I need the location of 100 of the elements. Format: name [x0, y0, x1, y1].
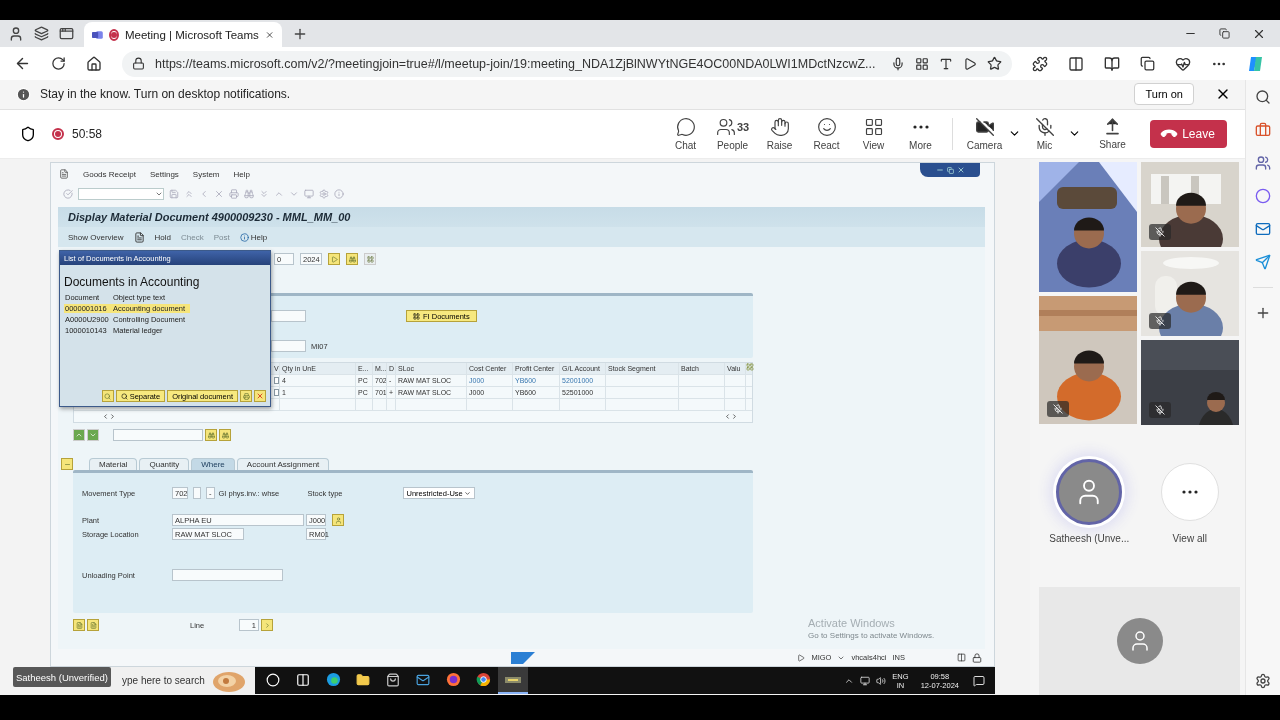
previous-item-button[interactable] — [73, 619, 85, 631]
scroll-right-icon[interactable] — [731, 412, 738, 420]
people-button[interactable]: 33 People — [709, 112, 756, 155]
app-icon[interactable] — [505, 674, 521, 685]
share-button[interactable]: Share — [1089, 112, 1136, 155]
menu-item[interactable]: Settings — [149, 169, 179, 179]
browser-logo-icon[interactable] — [325, 672, 341, 687]
execute-button[interactable] — [328, 253, 340, 265]
printer-button[interactable] — [240, 390, 252, 402]
leave-button[interactable]: Leave — [1150, 119, 1227, 148]
split-screen-icon[interactable] — [1068, 55, 1084, 72]
shield-icon — [20, 125, 36, 142]
grid-icon — [366, 255, 374, 263]
unloading-point-field[interactable] — [172, 569, 283, 581]
react-button[interactable]: React — [803, 112, 850, 155]
menu-item[interactable]: System — [192, 169, 220, 179]
collections-icon[interactable] — [1140, 56, 1155, 71]
volume-icon[interactable] — [876, 675, 887, 686]
participant-avatar[interactable] — [1056, 459, 1123, 525]
tab[interactable]: Quantity — [139, 458, 190, 470]
search-icon[interactable] — [1255, 89, 1271, 105]
find-button[interactable] — [346, 253, 358, 265]
copilot-icon[interactable] — [1247, 54, 1265, 73]
microphone-icon[interactable] — [891, 56, 905, 71]
shopping-bag-icon[interactable] — [386, 672, 400, 687]
input-field[interactable] — [193, 487, 201, 499]
toolbar-button[interactable]: Hold — [154, 232, 172, 242]
command-field[interactable] — [78, 188, 164, 200]
send-icon[interactable] — [1255, 254, 1271, 270]
scroll-left-icon[interactable] — [102, 412, 109, 420]
more-button[interactable]: More — [897, 112, 944, 155]
input-field[interactable] — [113, 429, 203, 441]
mail-icon[interactable] — [1255, 221, 1271, 237]
settings-icon[interactable] — [1255, 673, 1271, 689]
mic-button[interactable]: Mic — [1021, 112, 1068, 155]
menu-item[interactable]: Help — [233, 169, 250, 179]
grid-button[interactable] — [364, 253, 376, 265]
printer-icon[interactable] — [229, 189, 239, 199]
dropdown-icon — [155, 190, 163, 198]
close-button[interactable] — [254, 390, 266, 402]
chat-bubble-icon — [675, 116, 696, 137]
home-icon[interactable] — [86, 55, 102, 72]
more-icon — [1181, 490, 1198, 494]
checkbox[interactable] — [274, 377, 279, 384]
notification-icon[interactable] — [973, 674, 985, 687]
turn-on-button[interactable]: Turn on — [1134, 83, 1194, 106]
up-button[interactable] — [73, 429, 85, 441]
scroll-left-icon[interactable] — [724, 412, 731, 420]
workspaces-icon[interactable] — [34, 26, 49, 41]
tab[interactable]: Account Assignment — [236, 458, 330, 470]
apps-icon[interactable] — [915, 56, 929, 71]
search-button[interactable] — [101, 390, 114, 402]
mail-icon[interactable] — [416, 672, 430, 687]
next-item-button[interactable] — [87, 619, 99, 631]
task-view-icon[interactable] — [296, 672, 310, 687]
folder-icon[interactable] — [356, 672, 370, 687]
favorites-icon[interactable] — [1104, 55, 1120, 72]
checkbox[interactable] — [274, 389, 279, 396]
help-button[interactable]: Help — [239, 232, 268, 242]
browser-logo-icon[interactable] — [475, 672, 491, 687]
camera-button[interactable]: Camera — [961, 112, 1008, 155]
scroll-right-icon[interactable] — [109, 412, 116, 420]
page-icon[interactable] — [133, 231, 145, 243]
people-icon[interactable] — [1255, 155, 1271, 171]
add-icon[interactable] — [1255, 305, 1271, 321]
mic-off-icon — [1155, 316, 1165, 326]
toolbar-button[interactable]: Show Overview — [68, 232, 124, 242]
browser-tab[interactable]: Meeting | Microsoft Teams — [84, 22, 282, 47]
favorite-icon[interactable] — [987, 56, 1002, 71]
check-icon[interactable] — [63, 189, 73, 199]
browser-logo-icon[interactable] — [445, 672, 461, 687]
read-aloud-icon[interactable] — [939, 56, 953, 71]
input-field[interactable] — [271, 310, 306, 322]
sap-logo-icon — [511, 651, 535, 664]
address-field[interactable]: https://teams.microsoft.com/v2/?meetingjoin=true#/l/meetup-join/19:meeting_NDA1ZjBlNWYtNGE4OC00NDA0LWI1MDctNzcwZ... — [122, 50, 1012, 77]
refresh-icon[interactable] — [51, 56, 66, 71]
lock-icon — [132, 57, 145, 70]
restore-icon[interactable] — [946, 166, 954, 174]
down-button[interactable] — [87, 429, 99, 441]
address-button[interactable] — [332, 514, 344, 526]
profile-icon[interactable] — [8, 25, 24, 42]
health-icon[interactable] — [1175, 55, 1191, 72]
restore-icon[interactable] — [1219, 28, 1230, 39]
go-button[interactable] — [261, 619, 273, 631]
view-button[interactable]: View — [850, 112, 897, 155]
find-button[interactable] — [205, 429, 217, 441]
input-field[interactable] — [271, 340, 306, 352]
extensions-icon[interactable] — [1032, 55, 1048, 72]
chat-button[interactable]: Chat — [662, 112, 709, 155]
share-icon — [1103, 117, 1122, 137]
search-icon — [120, 392, 128, 400]
tab[interactable]: Material — [89, 458, 138, 470]
play-icon[interactable] — [963, 56, 977, 71]
tab-actions-icon[interactable] — [59, 26, 74, 41]
raise-button[interactable]: Raise — [756, 112, 803, 155]
menu-item[interactable]: Goods Receipt — [83, 169, 136, 179]
tab[interactable]: Where — [191, 458, 235, 470]
find-next-button[interactable] — [219, 429, 231, 441]
collapse-button[interactable] — [61, 458, 73, 470]
briefcase-icon[interactable] — [1255, 122, 1271, 138]
